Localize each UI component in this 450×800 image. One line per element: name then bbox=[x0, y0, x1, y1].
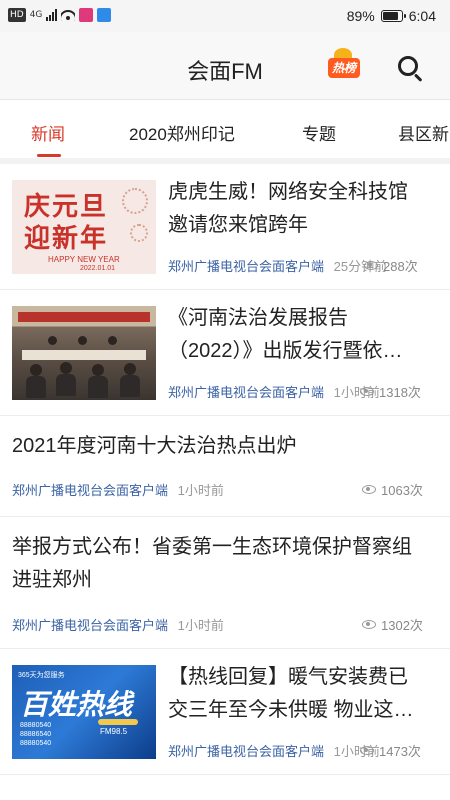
thumbnail-fm-label: FM98.5 bbox=[100, 727, 128, 736]
thumbnail-headline: 百姓热线 bbox=[20, 688, 133, 721]
wifi-icon bbox=[61, 9, 76, 21]
battery-icon bbox=[380, 10, 406, 22]
status-left-icons: HD 4G bbox=[8, 8, 112, 22]
news-meta: 郑州广播电视台会面客户端 1小时前 bbox=[12, 480, 224, 499]
tab-county-news[interactable]: 县区新 bbox=[398, 120, 449, 145]
news-title: 虎虎生威！网络安全科技馆 邀请您来馆跨年 bbox=[168, 181, 408, 236]
hot-list-label: 热榜 bbox=[328, 58, 360, 78]
news-item[interactable]: 举报方式公布！省委第一生态环境保护督察组 进驻郑州 郑州广播电视台会面客户端 1… bbox=[0, 517, 450, 649]
thumbnail-top-text: 365天为您服务 bbox=[18, 672, 65, 679]
hot-list-button[interactable]: 热榜 bbox=[328, 48, 360, 78]
news-thumbnail bbox=[12, 306, 156, 400]
news-title: 举报方式公布！省委第一生态环境保护督察组 进驻郑州 bbox=[12, 536, 412, 591]
news-source: 郑州广播电视台会面客户端 bbox=[168, 259, 325, 274]
news-list: 庆元旦 迎新年 HAPPY NEW YEAR 2022.01.01 虎虎生威！网… bbox=[0, 164, 450, 800]
news-item[interactable]: 365天为您服务 百姓热线 FM98.5 88880540 88886540 8… bbox=[0, 649, 450, 775]
meeting-banner bbox=[18, 312, 150, 322]
news-meta: 郑州广播电视台会面客户端 1小时前 bbox=[168, 741, 380, 760]
battery-percent: 89% bbox=[346, 8, 375, 24]
news-thumbnail: 庆元旦 迎新年 HAPPY NEW YEAR 2022.01.01 bbox=[12, 180, 156, 274]
thumbnail-caption: HAPPY NEW YEAR bbox=[48, 255, 120, 264]
views-eye-icon bbox=[360, 387, 374, 396]
views-eye-icon bbox=[362, 620, 376, 629]
status-right: 89% 6:04 bbox=[347, 8, 436, 24]
tab-special-topics[interactable]: 专题 bbox=[302, 120, 336, 145]
news-title: 【热线回复】暖气安装费已 交三年至今未供暖 物业这… bbox=[168, 666, 414, 721]
news-title: 2021年度河南十大法治热点出炉 bbox=[12, 435, 297, 457]
news-item[interactable]: 2021年度河南十大法治热点出炉 郑州广播电视台会面客户端 1小时前 1063次 bbox=[0, 416, 450, 517]
news-meta: 郑州广播电视台会面客户端 1小时前 bbox=[12, 615, 224, 634]
app-header: 会面FM 热榜 bbox=[0, 32, 450, 100]
search-app-notification-icon bbox=[97, 8, 112, 22]
news-meta: 郑州广播电视台会面客户端 1小时前 bbox=[168, 382, 380, 401]
news-source: 郑州广播电视台会面客户端 bbox=[168, 744, 325, 759]
active-tab-indicator bbox=[37, 154, 61, 157]
news-time: 1小时前 bbox=[177, 483, 224, 498]
news-thumbnail: 365天为您服务 百姓热线 FM98.5 88880540 88886540 8… bbox=[12, 665, 156, 759]
news-title: 《河南法治发展报告 （2022）》出版发行暨依… bbox=[168, 307, 403, 362]
news-views: 1063次 bbox=[362, 480, 423, 499]
thumbnail-date: 2022.01.01 bbox=[80, 265, 116, 272]
news-item[interactable]: 庆元旦 迎新年 HAPPY NEW YEAR 2022.01.01 虎虎生威！网… bbox=[0, 164, 450, 290]
category-tabs: 新闻 2020郑州印记 专题 县区新 bbox=[0, 100, 450, 158]
app-title: 会面FM bbox=[187, 59, 263, 84]
thumbnail-line2: 迎新年 bbox=[24, 224, 109, 254]
firework-decoration bbox=[122, 188, 148, 214]
news-views: 288次 bbox=[364, 256, 418, 275]
hd-indicator: HD bbox=[8, 8, 26, 22]
news-source: 郑州广播电视台会面客户端 bbox=[12, 483, 169, 498]
news-meta: 郑州广播电视台会面客户端 25分钟前 bbox=[168, 256, 387, 275]
news-source: 郑州广播电视台会面客户端 bbox=[12, 618, 169, 633]
news-time: 1小时前 bbox=[177, 618, 224, 633]
news-item[interactable]: 《河南法治发展报告 （2022）》出版发行暨依… 郑州广播电视台会面客户端 1小… bbox=[0, 290, 450, 416]
signal-icon bbox=[46, 9, 58, 21]
clock: 6:04 bbox=[408, 8, 436, 24]
news-source: 郑州广播电视台会面客户端 bbox=[168, 385, 325, 400]
news-views: 1473次 bbox=[360, 741, 421, 760]
views-eye-icon bbox=[360, 746, 374, 755]
views-eye-icon bbox=[364, 261, 378, 270]
views-eye-icon bbox=[362, 485, 376, 494]
tab-news[interactable]: 新闻 bbox=[31, 120, 65, 145]
network-type: 4G bbox=[29, 10, 43, 20]
tab-2020-zhengzhou[interactable]: 2020郑州印记 bbox=[129, 120, 235, 145]
news-views: 1302次 bbox=[362, 615, 423, 634]
app-notification-icon bbox=[79, 8, 94, 22]
search-button[interactable] bbox=[396, 54, 424, 82]
status-bar: HD 4G 89% 6:04 bbox=[0, 0, 450, 32]
news-views: 1318次 bbox=[360, 382, 421, 401]
